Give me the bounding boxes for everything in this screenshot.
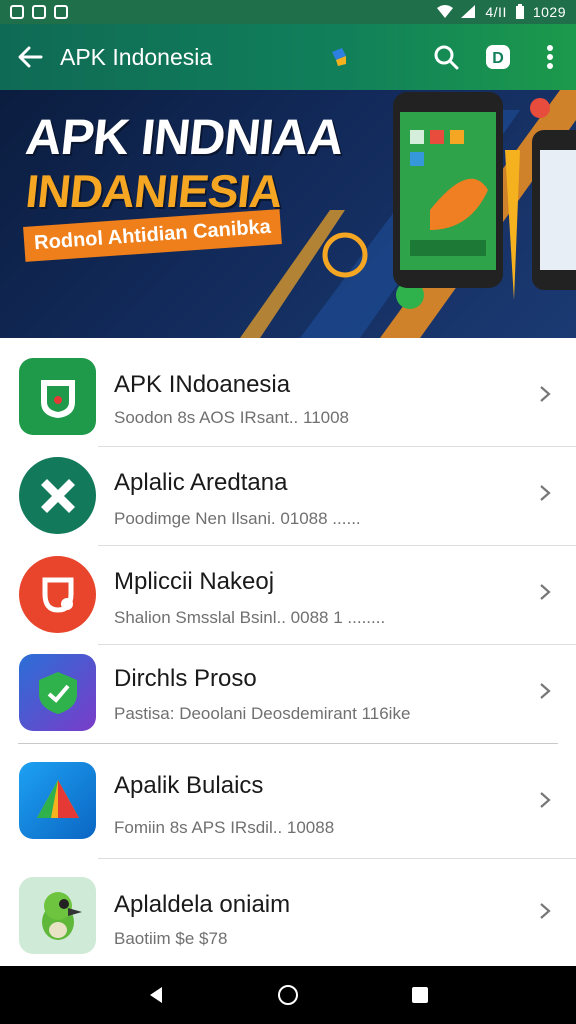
app-title: Aplaldela oniaim [114, 891, 291, 918]
notification-icon [10, 5, 24, 19]
notification-icons [10, 5, 68, 19]
nav-back-icon [150, 987, 162, 1003]
app-title: Aplalic Aredtana [114, 469, 288, 496]
more-options-button[interactable] [524, 24, 576, 90]
status-bar: 4/II 1029 [0, 0, 576, 24]
promo-banner[interactable]: APK INDNIAA INDANIESIA Rodnol Ahtidian C… [0, 90, 576, 338]
chevron-right-icon [540, 683, 551, 699]
phone-illustration [393, 92, 503, 288]
wrench-app-icon [19, 457, 96, 534]
banner-title: APK INDNIAA [23, 109, 346, 165]
shield-check-app-icon [19, 654, 96, 731]
more-vert-icon [547, 45, 553, 69]
image-notification-icon [54, 5, 68, 19]
battery-icon [515, 4, 524, 19]
app-subtitle: Shalion Smsslal Bsinl.. 0088 1 ........ [114, 608, 386, 627]
app-bar: APK Indonesia D [0, 24, 576, 90]
chevron-right-icon [540, 584, 551, 600]
back-button[interactable] [0, 24, 60, 90]
system-nav-bar [0, 966, 576, 1024]
banner-subtitle: INDANIESIA [23, 165, 285, 217]
list-item[interactable]: Aplalic Aredtana Poodimge Nen Ilsani. 01… [0, 447, 576, 545]
list-item[interactable]: Dirchls Proso Pastisa: Deoolani Deosdemi… [0, 645, 576, 743]
app-logo-icon [332, 48, 346, 66]
app-subtitle: Poodimge Nen Ilsani. 01088 ...... [114, 509, 361, 528]
chevron-right-icon [540, 903, 551, 919]
app-subtitle: Soodon 8s AOS IRsant.. 11008 [114, 408, 350, 427]
triangle-app-icon [19, 762, 96, 839]
account-button[interactable]: D [472, 24, 524, 90]
system-indicators: 4/II 1029 [437, 4, 566, 20]
app-title: APK INdoanesia [114, 371, 291, 398]
signal-label: 4/II [485, 4, 507, 20]
app-subtitle: Baotiim $e $78 [114, 929, 228, 948]
nav-home-icon [278, 985, 298, 1005]
chevron-right-icon [540, 386, 551, 402]
app-subtitle: Pastisa: Deoolani Deosdemirant 116ike [114, 704, 411, 723]
wifi-icon [437, 5, 454, 18]
search-button[interactable] [420, 24, 472, 90]
bird-app-icon [19, 877, 96, 954]
list-item[interactable]: Mpliccii Nakeoj Shalion Smsslal Bsinl.. … [0, 546, 576, 644]
nav-recents-button[interactable] [396, 971, 444, 1019]
app-title: Apalik Bulaics [114, 772, 264, 799]
list-item[interactable]: APK INdoanesia Soodon 8s AOS IRsant.. 11… [0, 338, 576, 446]
shield-app-icon [19, 358, 96, 435]
search-icon [434, 45, 459, 70]
chevron-right-icon [540, 792, 551, 808]
nav-back-button[interactable] [132, 971, 180, 1019]
nav-recents-icon [412, 987, 428, 1003]
arrow-left-icon [18, 46, 43, 68]
app-title: Mpliccii Nakeoj [114, 568, 275, 595]
magnet-app-icon [19, 556, 96, 633]
nav-home-button[interactable] [264, 971, 312, 1019]
chevron-right-icon [540, 485, 551, 501]
clock: 1029 [532, 4, 566, 20]
account-letter: D [492, 50, 504, 67]
page-title: APK Indonesia [60, 43, 213, 70]
list-item[interactable]: Aplaldela oniaim Baotiim $e $78 [0, 859, 576, 966]
photo-notification-icon [32, 5, 46, 19]
list-item[interactable]: Apalik Bulaics Fomiin 8s APS IRsdil.. 10… [0, 744, 576, 858]
app-subtitle: Fomiin 8s APS IRsdil.. 10088 [114, 818, 335, 837]
app-title: Dirchls Proso [114, 665, 257, 692]
account-badge-icon: D [486, 45, 510, 69]
signal-icon [461, 5, 476, 18]
